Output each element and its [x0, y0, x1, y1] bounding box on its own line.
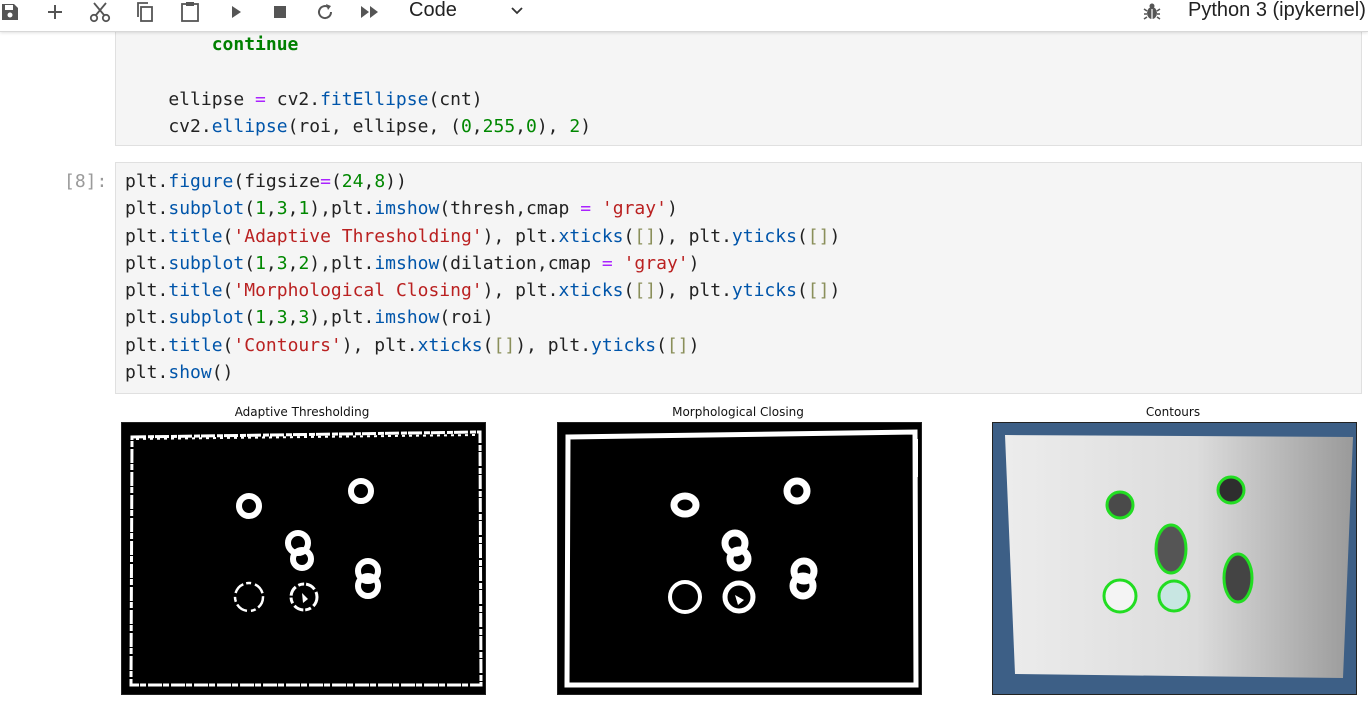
code-line: plt.title('Morphological Closing'), plt.… [125, 280, 841, 302]
paste-button[interactable] [176, 0, 204, 24]
code-line: plt.subplot(1,3,3),plt.imshow(roi) [125, 307, 494, 329]
code-line: plt.title('Adaptive Thresholding'), plt.… [125, 225, 841, 247]
code-line: plt.title('Contours'), plt.xticks([]), p… [125, 334, 700, 356]
cell-code: plt.figure(figsize=(24,8)) plt.subplot(1… [125, 168, 840, 386]
code-line: continue [211, 34, 299, 55]
restart-kernel-button[interactable] [311, 0, 339, 24]
code-line: plt.show() [125, 362, 234, 384]
code-line: ellipse = cv2.fitEllipse(cnt) [125, 88, 483, 110]
cut-button[interactable] [86, 0, 114, 24]
restart-run-all-button[interactable] [356, 0, 384, 24]
code-cell-input[interactable]: continue ellipse = cv2.fitEllipse(cnt) c… [115, 30, 1362, 146]
kernel-status[interactable]: Python 3 (ipykernel) [1188, 0, 1366, 22]
subplot-title: Contours [1145, 405, 1201, 419]
run-all-icon [361, 6, 378, 18]
cell-type-select[interactable]: Code [400, 0, 535, 24]
save-button[interactable] [0, 0, 24, 24]
save-icon [2, 4, 18, 20]
paste-icon [181, 2, 199, 22]
run-icon [232, 6, 241, 18]
closing-image [557, 422, 922, 695]
cut-icon [89, 2, 111, 23]
code-line: plt.figure(figsize=(24,8)) [125, 171, 407, 192]
subplot-title: Adaptive Thresholding [234, 405, 370, 419]
chevron-down-icon [511, 7, 523, 15]
stop-icon [274, 6, 286, 18]
subplot-title: Morphological Closing [672, 405, 804, 419]
contours-image [992, 422, 1357, 695]
add-cell-button[interactable] [41, 0, 69, 24]
code-cell-input[interactable]: plt.figure(figsize=(24,8)) plt.subplot(1… [115, 162, 1362, 394]
code-line: plt.subplot(1,3,2),plt.imshow(dilation,c… [125, 252, 700, 274]
restart-icon [318, 4, 333, 20]
cell-code: continue ellipse = cv2.fitEllipse(cnt) c… [125, 31, 591, 140]
run-cell-button[interactable] [222, 0, 250, 24]
thresholding-image [121, 422, 486, 695]
execution-count: [8]: [64, 171, 108, 192]
copy-button[interactable] [131, 0, 159, 24]
bug-icon[interactable] [1141, 1, 1163, 23]
add-cell-icon [48, 5, 62, 19]
code-line: cv2.ellipse(roi, ellipse, (0,255,0), 2) [125, 115, 592, 137]
cell-type-value: Code [409, 0, 457, 21]
code-line: plt.subplot(1,3,1),plt.imshow(thresh,cma… [125, 198, 678, 220]
copy-icon [137, 2, 153, 22]
stop-kernel-button[interactable] [266, 0, 294, 24]
notebook-toolbar: Code Python 3 (ipykernel) [0, 0, 1368, 32]
